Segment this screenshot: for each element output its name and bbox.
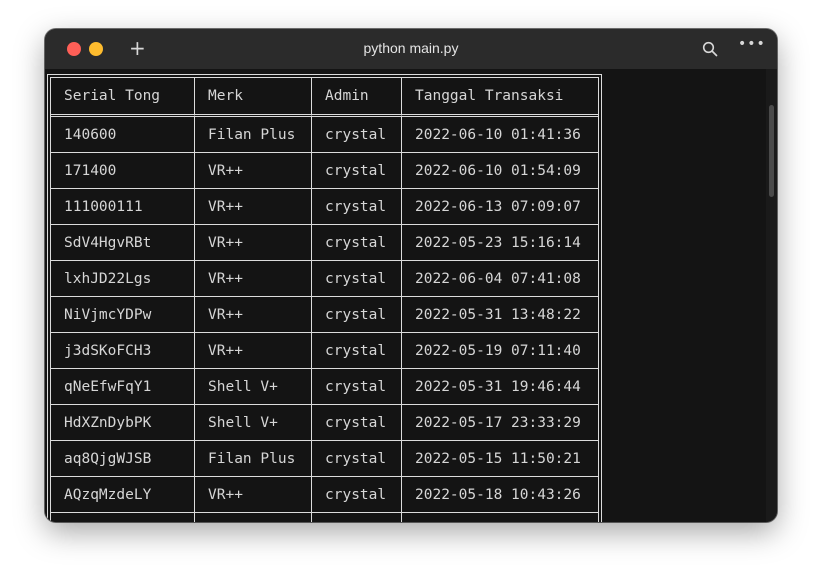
column-header-date: Tanggal Transaksi xyxy=(402,78,598,117)
serial-cell: 140600 xyxy=(51,117,195,153)
table-row: 171400 VR++ crystal 2022-06-10 01:54:09 xyxy=(51,153,598,189)
scrollbar-thumb[interactable] xyxy=(769,105,774,197)
table-row: SdV4HgvRBt VR++ crystal 2022-05-23 15:16:14 xyxy=(51,225,598,261)
serial-cell: j3dSKoFCH3 xyxy=(51,333,195,369)
search-icon[interactable] xyxy=(702,41,718,57)
admin-cell xyxy=(312,513,402,522)
merk-cell: VR++ xyxy=(195,225,312,261)
date-cell: 2022-05-17 23:33:29 xyxy=(402,405,598,441)
column-header-merk: Merk xyxy=(195,78,312,117)
date-cell: 2022-05-18 10:43:26 xyxy=(402,477,598,513)
more-icon[interactable]: ••• xyxy=(738,36,766,52)
serial-cell: aq8QjgWJSB xyxy=(51,441,195,477)
admin-cell: crystal xyxy=(312,261,402,297)
transaction-table: Serial Tong Merk Admin Tanggal Transaksi… xyxy=(47,74,602,522)
admin-cell: crystal xyxy=(312,117,402,153)
serial-cell: qNeEfwFqY1 xyxy=(51,369,195,405)
admin-cell: crystal xyxy=(312,333,402,369)
table-row: HdXZnDybPK Shell V+ crystal 2022-05-17 23:3… xyxy=(51,405,598,441)
date-cell: 2022-06-13 07:09:07 xyxy=(402,189,598,225)
title-bar: + python main.py ••• xyxy=(45,29,777,69)
merk-cell: Filan Plus xyxy=(195,441,312,477)
admin-cell: crystal xyxy=(312,225,402,261)
date-cell: 2022-05-31 19:46:44 xyxy=(402,369,598,405)
column-header-admin: Admin xyxy=(312,78,402,117)
admin-cell: crystal xyxy=(312,297,402,333)
table-row: lxhJD22Lgs VR++ crystal 2022-06-04 07:41:08 xyxy=(51,261,598,297)
merk-cell: VR++ xyxy=(195,261,312,297)
date-cell: 2022-05-23 15:16:14 xyxy=(402,225,598,261)
date-cell: 2022-05-15 11:50:21 xyxy=(402,441,598,477)
table-row: qNeEfwFqY1 Shell V+ crystal 2022-05-31 19:4… xyxy=(51,369,598,405)
merk-cell: VR++ xyxy=(195,333,312,369)
table-row: NiVjmcYDPw VR++ crystal 2022-05-31 13:48:22 xyxy=(51,297,598,333)
date-cell xyxy=(402,513,598,522)
table-row: aq8QjgWJSB Filan Plus crystal 2022-05-15 11… xyxy=(51,441,598,477)
merk-cell: Filan Plus xyxy=(195,117,312,153)
merk-cell: VR++ xyxy=(195,153,312,189)
serial-cell: NiVjmcYDPw xyxy=(51,297,195,333)
admin-cell: crystal xyxy=(312,477,402,513)
table-row xyxy=(51,513,598,522)
merk-cell: Shell V+ xyxy=(195,369,312,405)
serial-cell: lxhJD22Lgs xyxy=(51,261,195,297)
serial-cell: SdV4HgvRBt xyxy=(51,225,195,261)
date-cell: 2022-05-19 07:11:40 xyxy=(402,333,598,369)
table-row: 140600 Filan Plus crystal 2022-06-10 01:41:… xyxy=(51,117,598,153)
table-row: AQzqMzdeLY VR++ crystal 2022-05-18 10:43:26 xyxy=(51,477,598,513)
merk-cell: VR++ xyxy=(195,297,312,333)
column-header-serial: Serial Tong xyxy=(51,78,195,117)
terminal-window: + python main.py ••• Serial Tong Merk Ad… xyxy=(45,29,777,522)
table-row: 111000111 VR++ crystal 2022-06-13 07:09:07 xyxy=(51,189,598,225)
date-cell: 2022-06-10 01:41:36 xyxy=(402,117,598,153)
serial-cell: AQzqMzdeLY xyxy=(51,477,195,513)
merk-cell xyxy=(195,513,312,522)
date-cell: 2022-05-31 13:48:22 xyxy=(402,297,598,333)
admin-cell: crystal xyxy=(312,405,402,441)
serial-cell: HdXZnDybPK xyxy=(51,405,195,441)
merk-cell: VR++ xyxy=(195,477,312,513)
merk-cell: VR++ xyxy=(195,189,312,225)
admin-cell: crystal xyxy=(312,189,402,225)
table-row: j3dSKoFCH3 VR++ crystal 2022-05-19 07:11:40 xyxy=(51,333,598,369)
admin-cell: crystal xyxy=(312,441,402,477)
date-cell: 2022-06-10 01:54:09 xyxy=(402,153,598,189)
serial-cell xyxy=(51,513,195,522)
admin-cell: crystal xyxy=(312,153,402,189)
window-title: python main.py xyxy=(363,40,459,56)
scrollbar[interactable] xyxy=(766,69,777,522)
table-header-row: Serial Tong Merk Admin Tanggal Transaksi xyxy=(51,78,598,117)
admin-cell: crystal xyxy=(312,369,402,405)
serial-cell: 111000111 xyxy=(51,189,195,225)
terminal-output[interactable]: Serial Tong Merk Admin Tanggal Transaksi… xyxy=(45,69,766,522)
serial-cell: 171400 xyxy=(51,153,195,189)
date-cell: 2022-06-04 07:41:08 xyxy=(402,261,598,297)
merk-cell: Shell V+ xyxy=(195,405,312,441)
